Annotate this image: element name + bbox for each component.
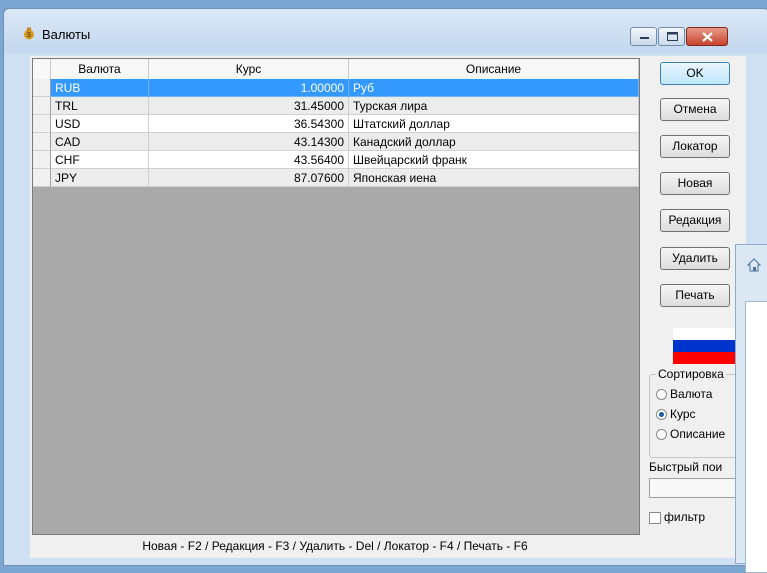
- sort-radio-description[interactable]: Описание: [656, 426, 725, 442]
- checkbox-icon: [649, 511, 661, 524]
- background-window-content: [745, 301, 767, 573]
- cell-code: RUB: [51, 79, 149, 97]
- radio-button-icon: [656, 389, 667, 401]
- svg-text:$: $: [27, 32, 31, 39]
- row-indicator: [33, 151, 51, 169]
- ok-button[interactable]: OK: [660, 62, 730, 85]
- header-currency[interactable]: Валюта: [51, 59, 149, 79]
- title-bar[interactable]: $ Валюты: [4, 9, 767, 53]
- table-row[interactable]: TRL 31.45000 Турская лира: [33, 97, 639, 115]
- cancel-button[interactable]: Отмена: [660, 98, 730, 121]
- cell-description: Штатский доллар: [349, 115, 639, 133]
- table-row[interactable]: CHF 43.56400 Швейцарский франк: [33, 151, 639, 169]
- cell-description: Руб: [349, 79, 639, 97]
- row-indicator: [33, 115, 51, 133]
- radio-label: Курс: [670, 407, 696, 421]
- grid-header: Валюта Курс Описание: [33, 59, 639, 80]
- close-icon: [702, 32, 713, 42]
- radio-label: Валюта: [670, 387, 713, 401]
- maximize-button[interactable]: [658, 27, 685, 46]
- edit-button[interactable]: Редакция: [660, 209, 730, 232]
- cell-description: Турская лира: [349, 97, 639, 115]
- minimize-button[interactable]: [630, 27, 657, 46]
- header-description[interactable]: Описание: [349, 59, 639, 79]
- money-bag-icon: $: [24, 27, 34, 40]
- client-area: Валюта Курс Описание RUB 1.00000 Руб TRL…: [30, 56, 761, 558]
- table-row[interactable]: CAD 43.14300 Канадский доллар: [33, 133, 639, 151]
- radio-button-icon: [656, 429, 667, 441]
- row-indicator: [33, 169, 51, 187]
- cell-rate: 36.54300: [149, 115, 349, 133]
- close-button[interactable]: [686, 27, 728, 46]
- new-button[interactable]: Новая: [660, 172, 730, 195]
- cell-description: Швейцарский франк: [349, 151, 639, 169]
- russian-flag-icon: [673, 328, 743, 364]
- sort-radio-rate[interactable]: Курс: [656, 406, 696, 422]
- row-indicator: [33, 79, 51, 97]
- background-window[interactable]: [735, 244, 767, 573]
- maximize-icon: [667, 32, 678, 41]
- cell-rate: 43.56400: [149, 151, 349, 169]
- row-indicator: [33, 133, 51, 151]
- cell-code: TRL: [51, 97, 149, 115]
- cell-code: USD: [51, 115, 149, 133]
- window-title: Валюты: [42, 27, 91, 42]
- print-button[interactable]: Печать: [660, 284, 730, 307]
- sort-radio-currency[interactable]: Валюта: [656, 386, 712, 402]
- cell-code: JPY: [51, 169, 149, 187]
- cell-rate: 31.45000: [149, 97, 349, 115]
- quick-search-label: Быстрый пои: [649, 460, 723, 474]
- currency-grid[interactable]: Валюта Курс Описание RUB 1.00000 Руб TRL…: [32, 58, 640, 535]
- table-row[interactable]: USD 36.54300 Штатский доллар: [33, 115, 639, 133]
- filter-label: фильтр: [664, 510, 706, 524]
- sort-group-title: Сортировка: [656, 367, 726, 381]
- cell-rate: 43.14300: [149, 133, 349, 151]
- minimize-icon: [640, 37, 649, 39]
- header-rate[interactable]: Курс: [149, 59, 349, 79]
- home-icon: [746, 258, 762, 272]
- radio-button-checked-icon: [656, 409, 667, 421]
- status-bar: Новая - F2 / Редакция - F3 / Удалить - D…: [142, 539, 528, 553]
- filter-checkbox[interactable]: фильтр: [649, 510, 705, 524]
- cell-code: CAD: [51, 133, 149, 151]
- delete-button[interactable]: Удалить: [660, 247, 730, 270]
- quick-search-input[interactable]: [649, 478, 749, 498]
- cell-description: Канадский доллар: [349, 133, 639, 151]
- table-row[interactable]: JPY 87.07600 Японская иена: [33, 169, 639, 187]
- currencies-window: $ Валюты Валюта Курс Описание RUB 1.0000…: [3, 8, 767, 566]
- cell-description: Японская иена: [349, 169, 639, 187]
- locator-button[interactable]: Локатор: [660, 135, 730, 158]
- cell-rate: 1.00000: [149, 79, 349, 97]
- table-row[interactable]: RUB 1.00000 Руб: [33, 79, 639, 97]
- cell-rate: 87.07600: [149, 169, 349, 187]
- radio-label: Описание: [670, 427, 726, 441]
- header-indicator: [33, 59, 51, 79]
- cell-code: CHF: [51, 151, 149, 169]
- row-indicator: [33, 97, 51, 115]
